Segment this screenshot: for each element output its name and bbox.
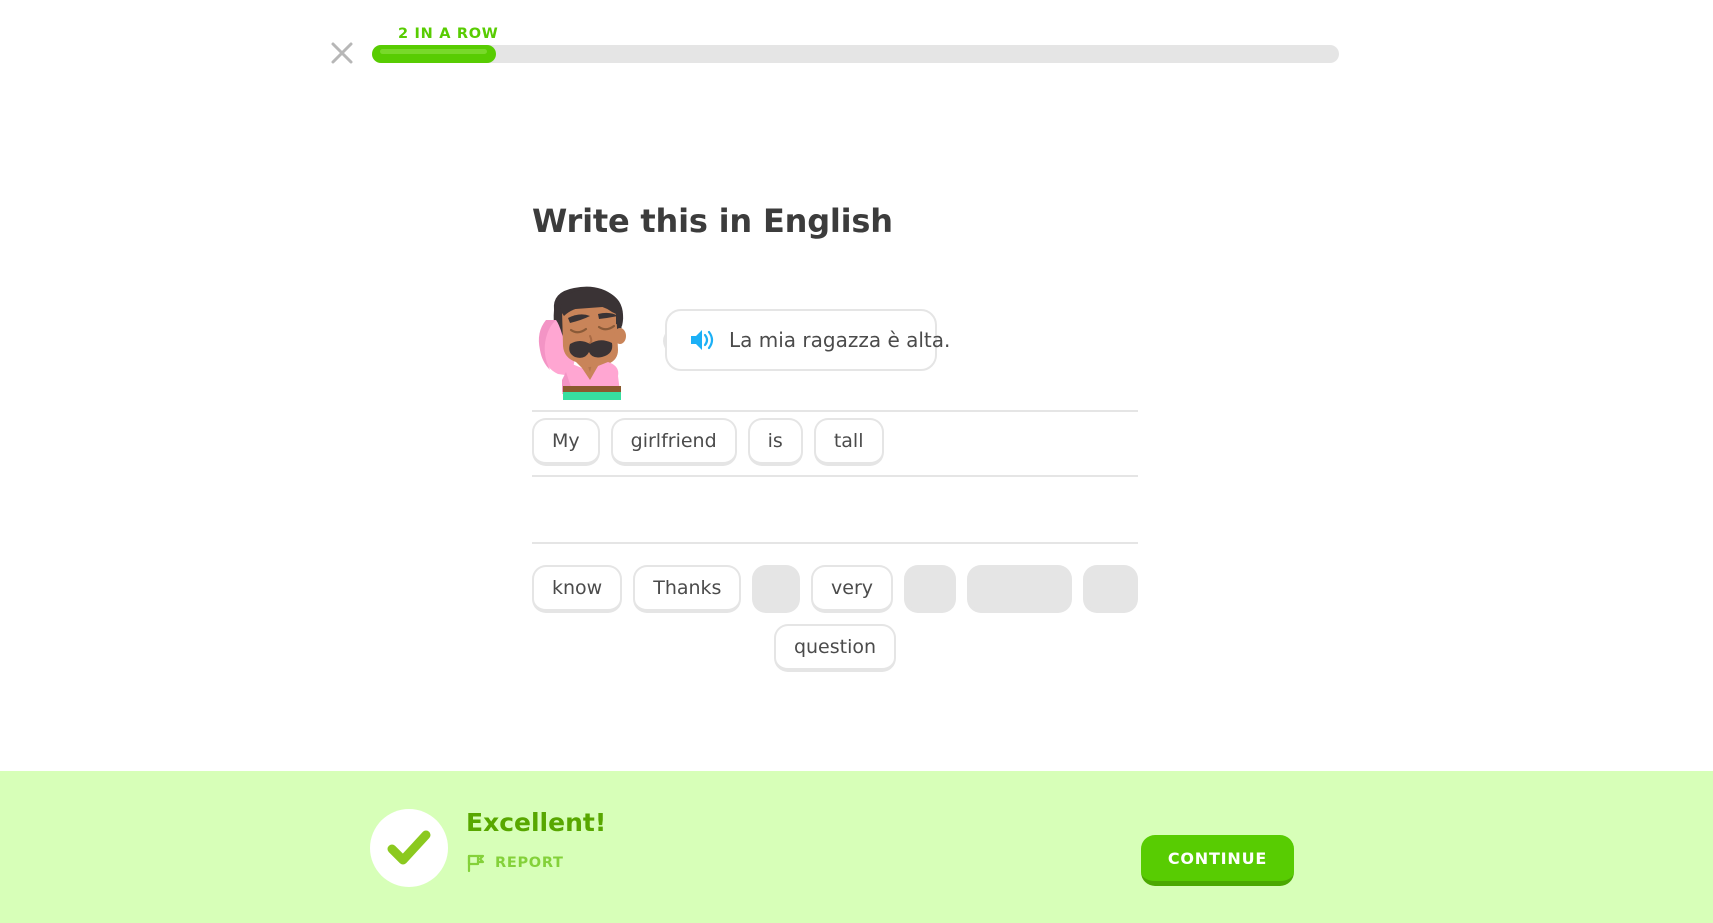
flag-report-icon	[466, 853, 486, 873]
answer-tile[interactable]: My	[532, 418, 600, 466]
answer-line-1[interactable]: My girlfriend is tall	[532, 410, 1138, 477]
word-bank: know Thanks very question	[532, 565, 1138, 683]
page-title: Write this in English	[532, 202, 893, 240]
answer-tiles: My girlfriend is tall	[532, 418, 884, 466]
word-bank-tile-used	[1082, 565, 1138, 613]
word-bank-tile-used	[752, 565, 801, 613]
answer-tile[interactable]: is	[747, 418, 803, 466]
challenge-prompt-row: La mia ragazza è alta.	[532, 280, 1152, 405]
report-button[interactable]: REPORT	[466, 853, 564, 873]
word-bank-tile[interactable]: question	[773, 624, 897, 672]
success-check-badge	[370, 809, 448, 887]
close-exercise-button[interactable]	[322, 33, 362, 73]
report-label: REPORT	[495, 855, 564, 871]
word-bank-tile[interactable]: very	[811, 565, 894, 613]
speaker-icon[interactable]	[689, 328, 715, 352]
prompt-text: La mia ragazza è alta.	[729, 328, 951, 352]
prompt-speech-bubble[interactable]: La mia ragazza è alta.	[665, 309, 950, 371]
streak-label: 2 IN A ROW	[398, 26, 499, 42]
word-bank-tile-used	[904, 565, 956, 613]
word-bank-row-2: question	[532, 624, 1138, 672]
exercise-main: Write this in English La mia ragazza è a…	[0, 80, 1713, 770]
progress-shine	[380, 48, 487, 54]
answer-area: My girlfriend is tall	[532, 410, 1138, 544]
answer-tile[interactable]: girlfriend	[610, 418, 737, 466]
continue-button[interactable]: CONTINUE	[1141, 835, 1294, 886]
word-bank-tile[interactable]: Thanks	[633, 565, 742, 613]
word-bank-tile[interactable]: know	[532, 565, 623, 613]
exercise-header: 2 IN A ROW	[0, 0, 1713, 80]
check-icon	[387, 829, 431, 867]
answer-tile[interactable]: tall	[813, 418, 884, 466]
lesson-progress-fill	[372, 45, 496, 63]
feedback-banner: Excellent! REPORT	[0, 771, 1713, 923]
close-icon	[329, 40, 355, 66]
character-illustration	[532, 280, 642, 400]
word-bank-tile-used	[966, 565, 1072, 613]
answer-line-2[interactable]	[532, 477, 1138, 544]
feedback-title: Excellent!	[466, 808, 607, 837]
word-bank-row-1: know Thanks very	[532, 565, 1138, 613]
lesson-progress-bar	[372, 45, 1339, 63]
